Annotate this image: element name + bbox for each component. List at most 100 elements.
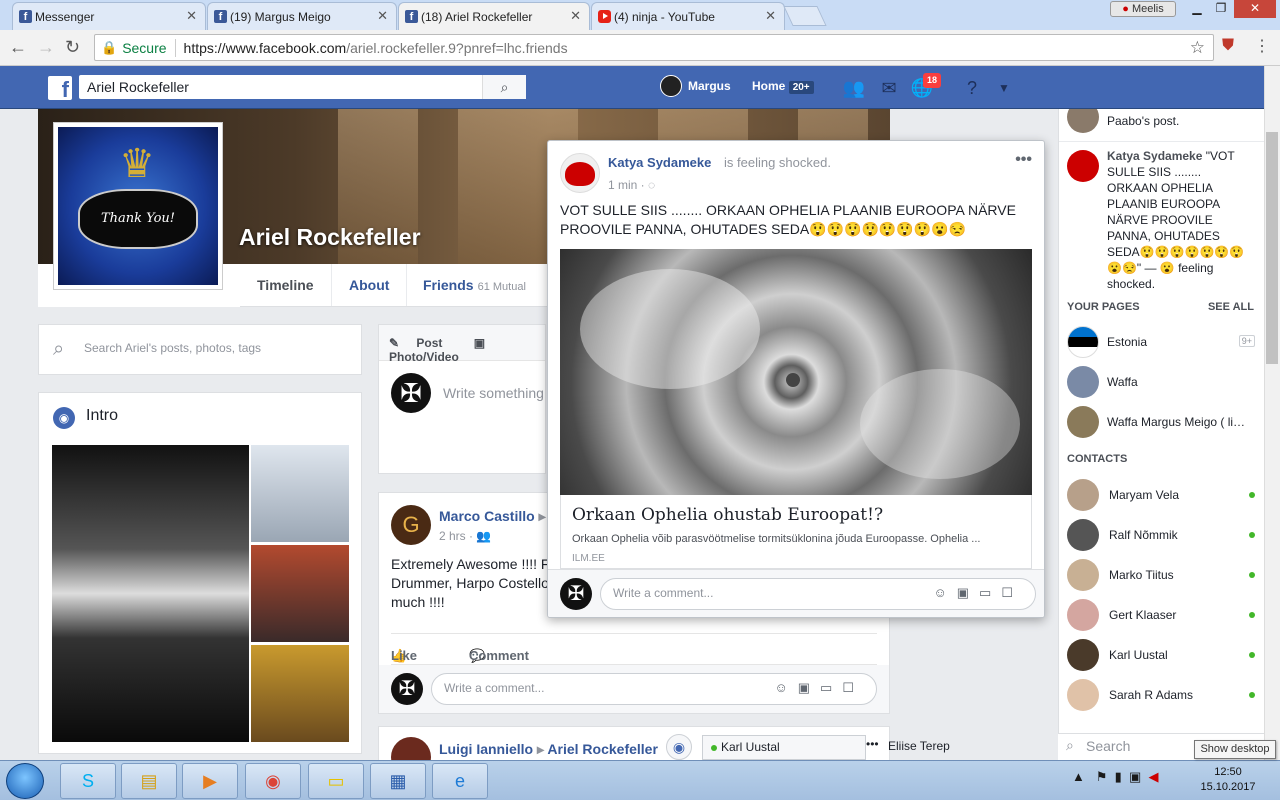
contact-item[interactable]: Marko Tiitus bbox=[1067, 559, 1257, 591]
chrome-icon[interactable]: ◉ bbox=[245, 763, 301, 799]
nav-profile-name[interactable]: Margus bbox=[688, 79, 731, 93]
facebook-search-input[interactable]: Ariel Rockefeller bbox=[79, 75, 526, 99]
tab-friends[interactable]: Friends 61 Mutual bbox=[406, 264, 543, 306]
comment-input[interactable]: Write a comment... ☺▣▭☐ bbox=[431, 673, 877, 705]
see-all-link[interactable]: SEE ALL bbox=[1208, 301, 1254, 313]
reload-icon[interactable]: ↻ bbox=[65, 37, 80, 58]
chevron-down-icon[interactable]: ▼ bbox=[992, 76, 1016, 100]
tab-timeline[interactable]: Timeline bbox=[240, 264, 332, 306]
start-button[interactable] bbox=[6, 763, 44, 799]
browser-tab-margus[interactable]: f (19) Margus Meigo ✕ bbox=[207, 2, 397, 30]
profile-search-input[interactable]: ⌕ Search Ariel's posts, photos, tags bbox=[38, 324, 362, 375]
new-tab-button[interactable] bbox=[783, 6, 827, 26]
shield-icon[interactable]: ⛊ bbox=[1222, 37, 1234, 55]
ticker-item[interactable]: Katya Sydameke "VOT SULLE SIIS ........ … bbox=[1059, 141, 1264, 291]
media-player-icon[interactable]: ▶ bbox=[182, 763, 238, 799]
close-icon[interactable]: ✕ bbox=[377, 8, 388, 24]
avatar[interactable]: G bbox=[391, 505, 431, 545]
sticky-notes-icon[interactable]: ▭ bbox=[308, 763, 364, 799]
avatar[interactable] bbox=[660, 75, 682, 97]
avatar[interactable] bbox=[560, 153, 600, 193]
globe-icon[interactable]: ◉ bbox=[666, 734, 692, 760]
star-icon[interactable]: ☆ bbox=[1190, 38, 1205, 58]
address-bar[interactable]: 🔒 Secure https://www.facebook.com /ariel… bbox=[94, 34, 1214, 61]
system-clock[interactable]: 12:50 15.10.2017 bbox=[1196, 765, 1260, 795]
crown-icon: ♛ bbox=[119, 142, 155, 186]
contact-item[interactable]: Maryam Vela bbox=[1067, 479, 1257, 511]
internet-explorer-icon[interactable]: e bbox=[432, 763, 488, 799]
nav-home[interactable]: Home 20+ bbox=[752, 79, 814, 94]
page-item-waffa-margus[interactable]: Waffa Margus Meigo ( life ... bbox=[1067, 406, 1257, 438]
featured-photo[interactable] bbox=[251, 545, 349, 642]
link-domain: ILM.EE bbox=[572, 553, 605, 564]
search-icon[interactable]: ⌕ bbox=[482, 75, 526, 99]
messenger-icon[interactable]: ✉ bbox=[877, 76, 901, 100]
browser-tab-strip: f Messenger ✕ f (19) Margus Meigo ✕ f (1… bbox=[0, 0, 1280, 30]
online-indicator bbox=[1249, 692, 1255, 698]
browser-tab-ariel[interactable]: f (18) Ariel Rockefeller ✕ bbox=[398, 2, 590, 30]
post-author[interactable]: Luigi Ianniello ▸ Ariel Rockefeller bbox=[439, 741, 658, 758]
link-preview-image[interactable] bbox=[560, 249, 1032, 495]
post-time[interactable]: 1 min · ◌ bbox=[608, 178, 655, 192]
secure-label: Secure bbox=[122, 39, 167, 56]
post-author[interactable]: Marco Castillo ▸ bbox=[439, 508, 546, 525]
chat-tab[interactable]: ••• Eliise Terep bbox=[866, 735, 1056, 760]
browser-tab-messenger[interactable]: f Messenger ✕ bbox=[12, 2, 206, 30]
youtube-icon bbox=[598, 10, 611, 23]
featured-photo[interactable] bbox=[251, 445, 349, 542]
comment-tools-icon[interactable]: ☺▣▭☐ bbox=[934, 585, 1024, 601]
avatar bbox=[1067, 559, 1099, 591]
browser-tab-youtube[interactable]: (4) ninja - YouTube ✕ bbox=[591, 2, 785, 30]
flag-icon[interactable]: ⚑ bbox=[1096, 769, 1108, 784]
volume-muted-icon[interactable]: ◀ bbox=[1149, 769, 1159, 784]
system-tray[interactable]: ▲ ⚑ ▮ ▣ ◀ bbox=[1072, 769, 1159, 785]
composer-input[interactable]: Write something bbox=[443, 385, 544, 401]
network-icon[interactable]: ▣ bbox=[1129, 769, 1141, 784]
comment-input[interactable]: Write a comment... ☺▣▭☐ bbox=[600, 578, 1036, 610]
page-item-estonia[interactable]: Estonia 9+ bbox=[1067, 326, 1257, 358]
post-time[interactable]: 2 hrs · 👥 bbox=[439, 529, 491, 543]
contact-item[interactable]: Ralf Nõmmik bbox=[1067, 519, 1257, 551]
avatar bbox=[1067, 406, 1099, 438]
folder-icon[interactable]: ▤ bbox=[121, 763, 177, 799]
contact-item[interactable]: Sarah R Adams bbox=[1067, 679, 1257, 711]
friends-icon: 👥 bbox=[476, 529, 492, 543]
skype-icon[interactable]: S bbox=[60, 763, 116, 799]
forward-icon[interactable]: → bbox=[37, 37, 55, 58]
minimize-icon[interactable]: ▁ bbox=[1184, 0, 1210, 18]
post-author[interactable]: Katya Sydameke bbox=[608, 155, 711, 170]
avatar bbox=[1067, 639, 1099, 671]
contact-item[interactable]: Gert Klaaser bbox=[1067, 599, 1257, 631]
chat-tab[interactable]: Karl Uustal bbox=[702, 735, 866, 760]
restore-icon[interactable]: ❐ bbox=[1208, 0, 1234, 18]
power-icon[interactable]: ▮ bbox=[1115, 769, 1122, 784]
menu-icon[interactable]: ⋮ bbox=[1254, 36, 1270, 56]
globe-icon: ◉ bbox=[53, 407, 75, 429]
ticker-item[interactable]: Paabo's post. bbox=[1059, 109, 1264, 141]
comment-tools-icon[interactable]: ☺▣▭☐ bbox=[775, 680, 865, 696]
link-preview[interactable]: Orkaan Ophelia ohustab Euroopat!? Orkaan… bbox=[560, 495, 1032, 569]
post-tab[interactable]: ✎ Post bbox=[389, 336, 456, 350]
friend-requests-icon[interactable]: 👥 bbox=[842, 76, 866, 100]
scrollbar-thumb[interactable] bbox=[1266, 132, 1278, 364]
window-close-icon[interactable]: ✕ bbox=[1234, 0, 1276, 18]
tab-about[interactable]: About bbox=[332, 264, 408, 306]
post-text: VOT SULLE SIIS ........ ORKAAN OPHELIA P… bbox=[560, 202, 1016, 237]
profile-picture[interactable]: ♛ Thank You! bbox=[53, 122, 223, 290]
browser-profile-button[interactable]: ● Meelis bbox=[1110, 1, 1176, 17]
close-icon[interactable]: ✕ bbox=[765, 8, 776, 24]
close-icon[interactable]: ✕ bbox=[186, 8, 197, 24]
profile-name[interactable]: Ariel Rockefeller bbox=[239, 224, 421, 251]
close-icon[interactable]: ✕ bbox=[570, 8, 581, 24]
back-icon[interactable]: ← bbox=[9, 37, 27, 58]
featured-photo[interactable] bbox=[251, 645, 349, 742]
document-icon[interactable]: ▦ bbox=[370, 763, 426, 799]
help-icon[interactable]: ? bbox=[960, 76, 984, 100]
page-item-waffa[interactable]: Waffa bbox=[1067, 366, 1257, 398]
facebook-logo-icon[interactable]: f bbox=[48, 76, 72, 100]
online-indicator bbox=[1249, 572, 1255, 578]
chevron-up-icon[interactable]: ▲ bbox=[1072, 769, 1085, 784]
featured-photo[interactable] bbox=[52, 445, 249, 742]
contact-item[interactable]: Karl Uustal bbox=[1067, 639, 1257, 671]
more-options-icon[interactable]: ••• bbox=[1015, 151, 1032, 169]
